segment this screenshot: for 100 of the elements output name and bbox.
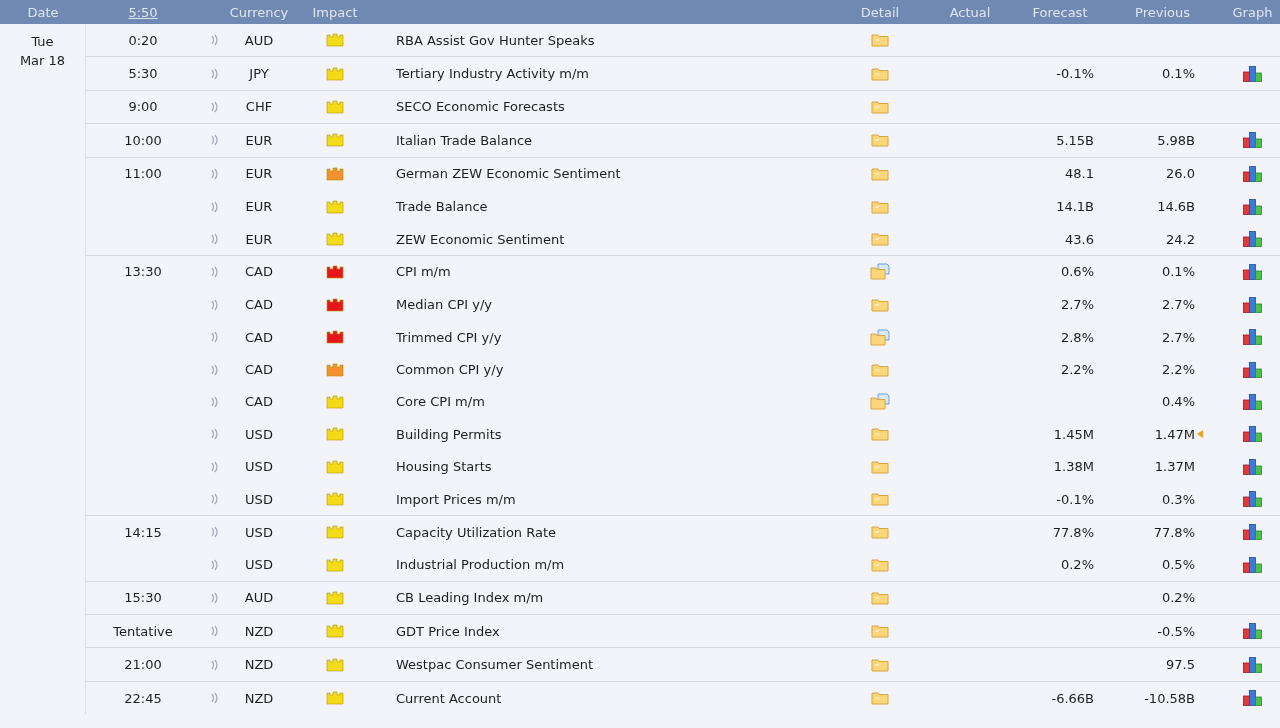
previous-value: 97.5 [1166,657,1195,673]
folder-icon[interactable] [871,362,889,377]
sound-icon[interactable] [211,67,219,80]
sound-icon[interactable] [211,428,219,441]
folder-icon[interactable] [871,199,889,214]
folder-icon[interactable] [871,557,889,572]
sound-icon[interactable] [211,396,219,408]
event-name: Westpac Consumer Sentiment [396,657,594,673]
folder-icon[interactable] [871,459,889,474]
sound-icon[interactable] [211,658,219,671]
column-header: Detail [859,4,901,20]
bar-chart-icon[interactable] [1243,524,1262,541]
sound-icon[interactable] [211,692,219,704]
folder-document-icon[interactable] [870,263,890,281]
sound-icon[interactable] [211,331,219,344]
sound-icon[interactable] [211,167,219,180]
currency-code: NZD [244,657,274,673]
currency-code: EUR [245,132,273,148]
previous-value: 2.2% [1161,362,1195,378]
bar-chart-icon[interactable] [1243,132,1262,149]
sound-icon[interactable] [211,526,219,539]
bar-chart-icon[interactable] [1243,426,1262,443]
sound-icon[interactable] [211,265,219,278]
event-time: 13:30 [124,264,162,280]
previous-value: 26.0 [1166,166,1195,182]
previous-value: 1.37M [1154,459,1195,475]
sound-icon[interactable] [211,591,219,604]
event-name: Housing Starts [396,459,492,475]
bar-chart-icon[interactable] [1243,296,1262,313]
sound-icon[interactable] [211,625,219,638]
folder-icon[interactable] [871,297,889,312]
forecast-value: 1.45M [1053,426,1094,442]
sound-icon[interactable] [211,100,219,113]
forecast-value: -6.66B [1051,690,1094,706]
sound-icon[interactable] [211,493,219,506]
sound-icon[interactable] [211,200,219,213]
bar-chart-icon[interactable] [1243,165,1262,182]
sound-icon[interactable] [211,34,219,47]
currency-code: CAD [245,264,273,280]
folder-icon[interactable] [871,166,889,181]
folder-icon[interactable] [871,427,889,442]
bar-chart-icon[interactable] [1243,458,1262,475]
bar-chart-icon[interactable] [1243,690,1262,706]
folder-icon[interactable] [871,657,889,672]
bar-chart-icon[interactable] [1243,491,1262,508]
sound-icon[interactable] [211,298,219,311]
event-name: RBA Assist Gov Hunter Speaks [396,32,595,48]
bar-chart-icon[interactable] [1243,198,1262,215]
sound-icon[interactable] [211,558,219,571]
currency-code: EUR [245,199,273,215]
folder-icon[interactable] [871,133,889,148]
event-time: 21:00 [124,657,162,673]
forecast-value: 0.2% [1060,557,1094,573]
folder-icon[interactable] [871,99,889,114]
event-time: 11:00 [124,166,162,182]
sound-icon[interactable] [211,363,219,376]
column-header: Currency [230,4,288,20]
event-name: Building Permits [396,426,502,442]
sound-icon[interactable] [211,460,219,473]
forecast-value: -0.1% [1056,491,1094,507]
folder-icon[interactable] [871,232,889,247]
folder-document-icon[interactable] [870,393,890,411]
currency-code: USD [245,459,273,475]
event-time: 14:15 [124,524,162,540]
event-time: 0:20 [128,32,158,48]
column-header: Forecast [1031,4,1089,20]
event-name: CB Leading Index m/m [396,590,544,606]
previous-value: 0.4% [1161,394,1195,410]
event-name: ZEW Economic Sentiment [396,231,565,247]
forecast-value: 2.2% [1060,362,1094,378]
sound-icon[interactable] [211,134,219,147]
folder-icon[interactable] [871,33,889,48]
previous-value: 0.1% [1161,66,1195,82]
previous-value: 24.2 [1166,231,1195,247]
bar-chart-icon[interactable] [1243,361,1262,378]
bar-chart-icon[interactable] [1243,556,1262,573]
bar-chart-icon[interactable] [1243,623,1262,640]
folder-icon[interactable] [871,691,889,705]
clock-link[interactable]: 5:50 [128,4,158,20]
folder-document-icon[interactable] [870,328,890,346]
event-name: Trade Balance [396,199,488,215]
currency-code: EUR [245,231,273,247]
forecast-value: 2.8% [1060,329,1094,345]
currency-code: CAD [245,394,273,410]
previous-value: 0.5% [1161,557,1195,573]
bar-chart-icon[interactable] [1243,65,1262,82]
previous-value: 1.47M [1154,426,1195,442]
folder-icon[interactable] [871,66,889,81]
bar-chart-icon[interactable] [1243,656,1262,673]
folder-icon[interactable] [871,590,889,605]
folder-icon[interactable] [871,492,889,507]
bar-chart-icon[interactable] [1243,263,1262,280]
event-name: Common CPI y/y [396,362,504,378]
bar-chart-icon[interactable] [1243,394,1262,410]
folder-icon[interactable] [871,525,889,540]
folder-icon[interactable] [871,624,889,639]
forecast-value: 0.6% [1060,264,1094,280]
sound-icon[interactable] [211,233,219,246]
bar-chart-icon[interactable] [1243,329,1262,346]
bar-chart-icon[interactable] [1243,231,1262,248]
